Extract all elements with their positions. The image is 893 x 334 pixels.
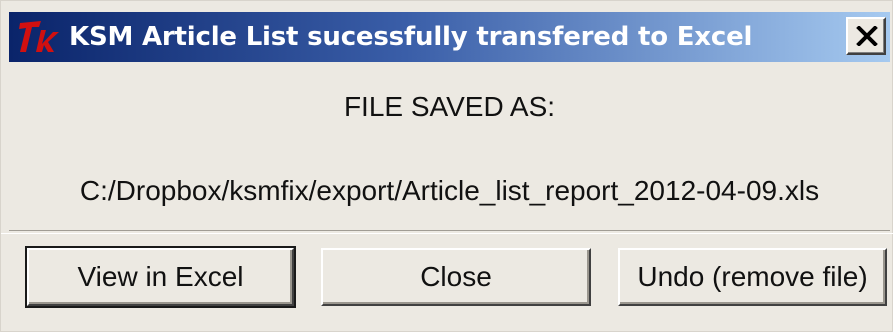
tk-feather-icon [17,18,61,56]
saved-file-path: C:/Dropbox/ksmfix/export/Article_list_re… [79,175,820,206]
button-row: View in Excel Close Undo (remove file) [1,233,893,334]
window-title: KSM Article List sucessfully transfered … [69,22,753,52]
saved-as-heading: FILE SAVED AS: [343,91,556,122]
view-in-excel-button[interactable]: View in Excel [25,246,296,308]
title-bar[interactable]: KSM Article List sucessfully transfered … [9,12,890,62]
undo-remove-file-button[interactable]: Undo (remove file) [618,248,887,306]
dialog-window: KSM Article List sucessfully transfered … [0,0,893,332]
close-icon [856,26,878,46]
close-window-button[interactable] [846,17,886,55]
close-button[interactable]: Close [321,248,591,306]
message-area: FILE SAVED AS: C:/Dropbox/ksmfix/export/… [9,63,890,231]
